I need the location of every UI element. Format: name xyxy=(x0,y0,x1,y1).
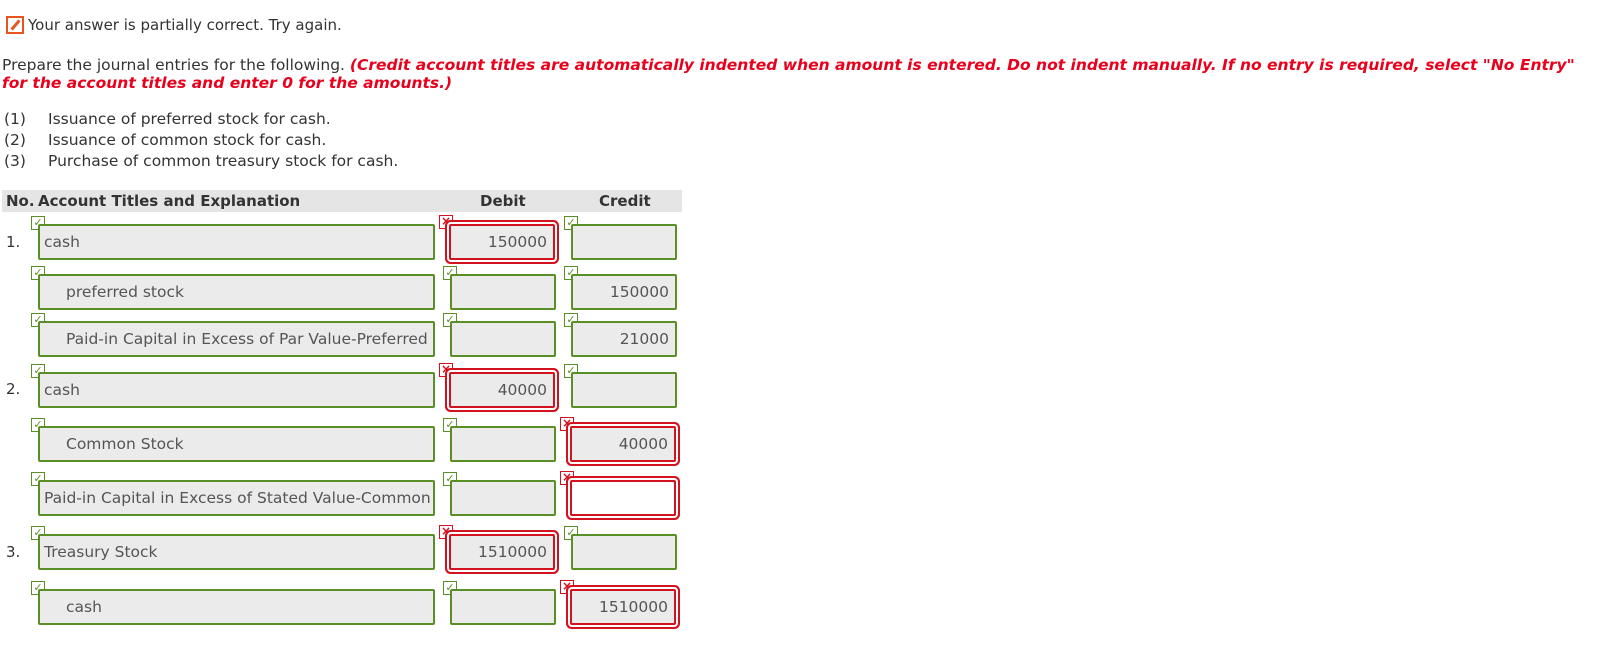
credit-field[interactable] xyxy=(570,480,676,516)
account-field[interactable]: Common Stock xyxy=(38,426,435,462)
account-field[interactable]: cash xyxy=(38,224,435,260)
debit-field[interactable]: 150000 xyxy=(449,224,555,260)
transaction-text: Issuance of common stock for cash. xyxy=(48,131,327,149)
transaction-text: Issuance of preferred stock for cash. xyxy=(48,110,331,128)
account-field[interactable]: cash xyxy=(38,589,435,625)
credit-field[interactable] xyxy=(571,372,677,408)
transaction-number: (1) xyxy=(4,110,26,128)
account-field[interactable]: preferred stock xyxy=(38,274,435,310)
status-message: Your answer is partially correct. Try ag… xyxy=(6,14,342,36)
instructions: Prepare the journal entries for the foll… xyxy=(2,56,1602,92)
transaction-number: (3) xyxy=(4,152,26,170)
debit-field[interactable] xyxy=(450,274,556,310)
header-no: No. xyxy=(6,192,35,210)
status-text: Your answer is partially correct. Try ag… xyxy=(28,16,342,34)
entry-number: 3. xyxy=(6,543,21,561)
entry-number: 2. xyxy=(6,380,21,398)
account-field[interactable]: cash xyxy=(38,372,435,408)
account-field[interactable]: Paid-in Capital in Excess of Stated Valu… xyxy=(38,480,435,516)
header-account: Account Titles and Explanation xyxy=(38,192,301,210)
credit-field[interactable]: 150000 xyxy=(571,274,677,310)
credit-field[interactable]: 40000 xyxy=(570,426,676,462)
credit-field[interactable] xyxy=(571,534,677,570)
transaction-item: (1) Issuance of preferred stock for cash. xyxy=(4,110,331,128)
credit-field[interactable]: 1510000 xyxy=(570,589,676,625)
account-field[interactable]: Treasury Stock xyxy=(38,534,435,570)
instructions-lead: Prepare the journal entries for the foll… xyxy=(2,56,350,74)
credit-field[interactable] xyxy=(571,224,677,260)
debit-field[interactable]: 1510000 xyxy=(449,534,555,570)
table-header: No. Account Titles and Explanation Debit… xyxy=(2,190,682,212)
transaction-number: (2) xyxy=(4,131,26,149)
debit-field[interactable] xyxy=(450,321,556,357)
debit-field[interactable] xyxy=(450,480,556,516)
transaction-item: (3) Purchase of common treasury stock for… xyxy=(4,152,398,170)
debit-field[interactable]: 40000 xyxy=(449,372,555,408)
pencil-icon xyxy=(6,16,24,34)
entry-number: 1. xyxy=(6,233,21,251)
transaction-item: (2) Issuance of common stock for cash. xyxy=(4,131,326,149)
debit-field[interactable] xyxy=(450,426,556,462)
header-credit: Credit xyxy=(599,192,651,210)
transaction-text: Purchase of common treasury stock for ca… xyxy=(48,152,399,170)
account-field[interactable]: Paid-in Capital in Excess of Par Value-P… xyxy=(38,321,435,357)
debit-field[interactable] xyxy=(450,589,556,625)
credit-field[interactable]: 21000 xyxy=(571,321,677,357)
header-debit: Debit xyxy=(480,192,526,210)
